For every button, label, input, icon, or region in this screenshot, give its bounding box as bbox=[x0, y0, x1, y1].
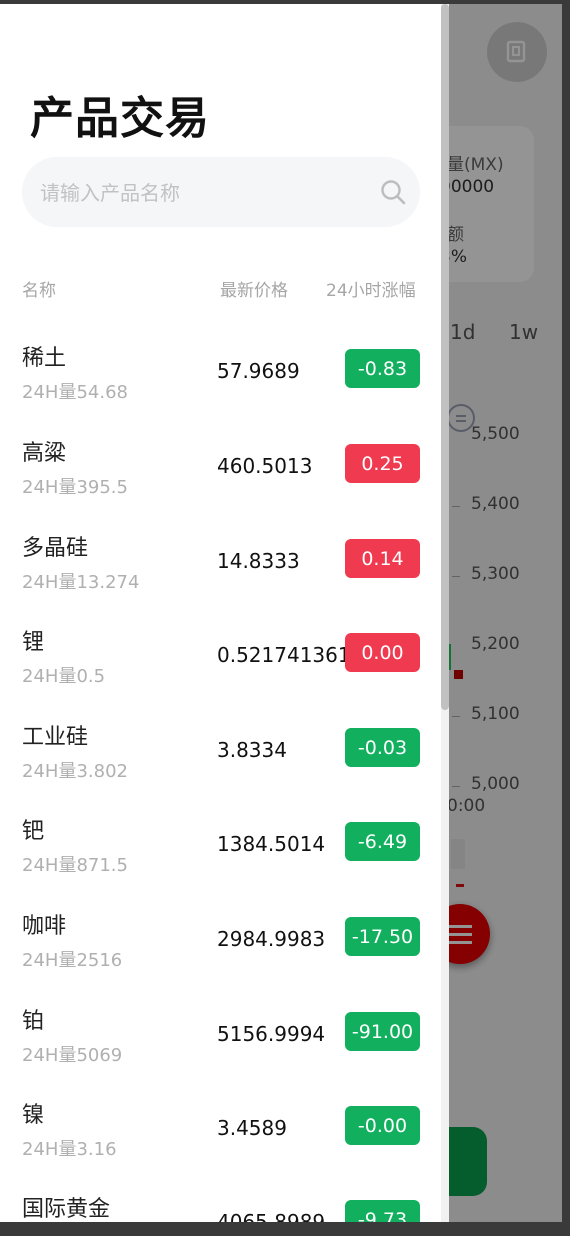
product-price: 460.5013 bbox=[217, 454, 313, 478]
change-badge: 0.14 bbox=[345, 539, 420, 578]
scrollbar-thumb[interactable] bbox=[441, 4, 449, 710]
product-volume: 24H量395.5 bbox=[22, 477, 128, 498]
product-price: 3.4589 bbox=[217, 1116, 287, 1140]
change-badge: -6.49 bbox=[345, 822, 420, 861]
change-badge: -91.00 bbox=[345, 1012, 420, 1051]
product-row-0[interactable]: 稀土 24H量54.68 57.9689 -0.83 bbox=[0, 334, 442, 429]
product-name: 钯 bbox=[22, 819, 45, 844]
product-price: 1384.5014 bbox=[217, 832, 326, 856]
change-badge: -0.03 bbox=[345, 728, 420, 767]
product-name: 国际黄金 bbox=[22, 1197, 111, 1222]
product-name: 稀土 bbox=[22, 346, 67, 371]
product-row-5[interactable]: 钯 24H量871.5 1384.5014 -6.49 bbox=[0, 807, 442, 902]
product-name: 铂 bbox=[22, 1009, 45, 1034]
product-volume: 24H量2516 bbox=[22, 950, 123, 971]
product-row-8[interactable]: 镍 24H量3.16 3.4589 -0.00 bbox=[0, 1091, 442, 1186]
change-badge: 0.25 bbox=[345, 444, 420, 483]
product-name: 锂 bbox=[22, 630, 45, 655]
product-price: 3.8334 bbox=[217, 738, 287, 762]
product-name: 咖啡 bbox=[22, 914, 67, 939]
product-name: 工业硅 bbox=[22, 725, 89, 750]
drawer-title: 产品交易 bbox=[30, 93, 210, 144]
change-badge: -0.00 bbox=[345, 1106, 420, 1145]
header-name: 名称 bbox=[22, 281, 56, 301]
change-badge: -0.83 bbox=[345, 349, 420, 388]
product-row-2[interactable]: 多晶硅 24H量13.274 14.8333 0.14 bbox=[0, 524, 442, 619]
change-badge: 0.00 bbox=[345, 633, 420, 672]
product-name: 镍 bbox=[22, 1103, 45, 1128]
search-input[interactable] bbox=[38, 157, 372, 229]
product-price: 14.8333 bbox=[217, 549, 300, 573]
product-row-4[interactable]: 工业硅 24H量3.802 3.8334 -0.03 bbox=[0, 713, 442, 808]
bottom-bar bbox=[0, 1222, 570, 1236]
product-volume: 24H量54.68 bbox=[22, 382, 128, 403]
product-volume: 24H量5069 bbox=[22, 1045, 123, 1066]
product-row-6[interactable]: 咖啡 24H量2516 2984.9983 -17.50 bbox=[0, 902, 442, 997]
product-volume: 24H量3.16 bbox=[22, 1139, 117, 1160]
change-badge: -9.73 bbox=[345, 1200, 420, 1222]
search-icon[interactable] bbox=[380, 179, 406, 205]
header-price: 最新价格 bbox=[220, 281, 288, 301]
product-drawer: 产品交易 名称 最新价格 24小时涨幅 稀土 24H量54.68 57.9689… bbox=[0, 4, 442, 1222]
product-price: 2984.9983 bbox=[217, 927, 326, 951]
product-row-1[interactable]: 高粱 24H量395.5 460.5013 0.25 bbox=[0, 429, 442, 524]
product-price: 4065.8989 bbox=[217, 1210, 326, 1222]
header-change: 24小时涨幅 bbox=[326, 281, 416, 301]
product-name: 高粱 bbox=[22, 441, 67, 466]
product-volume: 24H量871.5 bbox=[22, 855, 128, 876]
product-row-7[interactable]: 铂 24H量5069 5156.9994 -91.00 bbox=[0, 997, 442, 1092]
product-volume: 24H量0.5 bbox=[22, 666, 106, 687]
product-row-3[interactable]: 锂 24H量0.5 0.521741361 0.00 bbox=[0, 618, 442, 713]
product-price: 57.9689 bbox=[217, 359, 300, 383]
product-price: 0.521741361 bbox=[217, 643, 351, 667]
product-row-9[interactable]: 国际黄金 4065.8989 -9.73 bbox=[0, 1185, 442, 1222]
product-name: 多晶硅 bbox=[22, 536, 89, 561]
change-badge: -17.50 bbox=[345, 917, 420, 956]
search-box bbox=[22, 157, 420, 229]
product-volume: 24H量3.802 bbox=[22, 761, 128, 782]
product-price: 5156.9994 bbox=[217, 1022, 326, 1046]
product-volume: 24H量13.274 bbox=[22, 572, 140, 593]
